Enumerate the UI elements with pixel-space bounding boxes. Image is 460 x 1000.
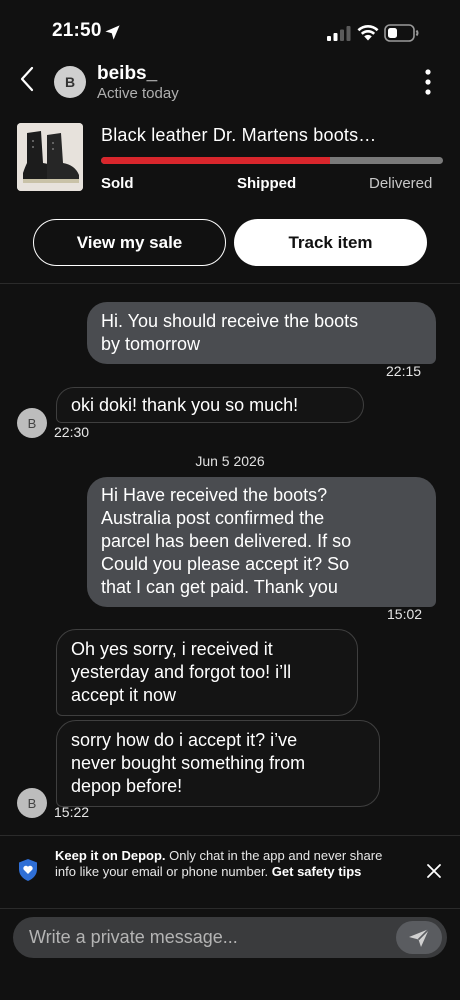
message-line: Australia post confirmed the [101, 508, 325, 528]
more-vertical-icon[interactable] [416, 66, 440, 98]
signal-icon [327, 26, 351, 41]
safety-banner-text: Keep it on Depop. Only chat in the app a… [55, 848, 395, 880]
message-incoming[interactable]: Oh yes sorry, i received it yesterday an… [56, 629, 358, 716]
message-line: that I can get paid. Thank you [101, 577, 338, 597]
product-title[interactable]: Black leather Dr. Martens boots… [101, 125, 441, 146]
status-bar: 21:50 [0, 0, 460, 60]
message-line: Hi Have received the boots? [101, 485, 328, 505]
safety-tips-link[interactable]: Get safety tips [272, 864, 362, 879]
send-button[interactable] [396, 921, 442, 954]
sender-avatar[interactable]: B [17, 788, 47, 818]
message-line: Hi. You should receive the boots [101, 311, 359, 331]
date-separator: Jun 5 2026 [195, 453, 265, 469]
back-chevron-icon[interactable] [14, 62, 44, 96]
username[interactable]: beibs_ [97, 63, 157, 85]
message-timestamp: 22:15 [386, 363, 422, 379]
message-line: depop before! [71, 776, 183, 796]
message-outgoing[interactable]: Hi. You should receive the boots by tomo… [87, 302, 436, 364]
message-incoming[interactable]: sorry how do i accept it? i’ve never bou… [56, 720, 380, 807]
close-icon[interactable] [425, 862, 443, 880]
message-incoming[interactable]: oki doki! thank you so much! [56, 387, 364, 423]
message-line: yesterday and forgot too! i’ll [71, 662, 292, 682]
avatar[interactable]: B [54, 66, 86, 98]
shield-heart-icon [19, 859, 37, 881]
message-line: never bought something from [71, 753, 306, 773]
safety-banner-title: Keep it on Depop. [55, 848, 166, 863]
stage-shipped: Shipped [237, 175, 297, 192]
presence-status: Active today [97, 85, 179, 102]
view-my-sale-button[interactable]: View my sale [33, 219, 226, 266]
message-line: Oh yes sorry, i received it [71, 639, 273, 659]
battery-icon [384, 24, 419, 42]
stage-delivered: Delivered [369, 175, 433, 192]
order-progress-bar [101, 157, 443, 164]
message-line: Could you please accept it? So [101, 554, 350, 574]
message-line: oki doki! thank you so much! [71, 395, 299, 415]
message-timestamp: 15:22 [54, 804, 90, 820]
track-item-button[interactable]: Track item [234, 219, 427, 266]
message-line: parcel has been delivered. If so [101, 531, 352, 551]
message-input[interactable] [29, 917, 399, 958]
send-icon [409, 927, 430, 947]
message-composer [13, 917, 447, 958]
location-arrow-icon [105, 25, 120, 40]
divider [0, 283, 460, 284]
message-timestamp: 15:02 [387, 606, 423, 622]
status-time: 21:50 [52, 20, 102, 41]
stage-sold: Sold [101, 175, 134, 192]
message-timestamp: 22:30 [54, 424, 90, 440]
sender-avatar[interactable]: B [17, 408, 47, 438]
divider [0, 908, 460, 909]
message-line: accept it now [71, 685, 177, 705]
product-thumbnail[interactable] [17, 123, 83, 191]
message-line: by tomorrow [101, 334, 201, 354]
wifi-icon [357, 25, 379, 41]
message-line: sorry how do i accept it? i’ve [71, 730, 298, 750]
message-outgoing[interactable]: Hi Have received the boots? Australia po… [87, 477, 436, 607]
order-progress-fill [101, 157, 331, 164]
divider [0, 835, 460, 836]
